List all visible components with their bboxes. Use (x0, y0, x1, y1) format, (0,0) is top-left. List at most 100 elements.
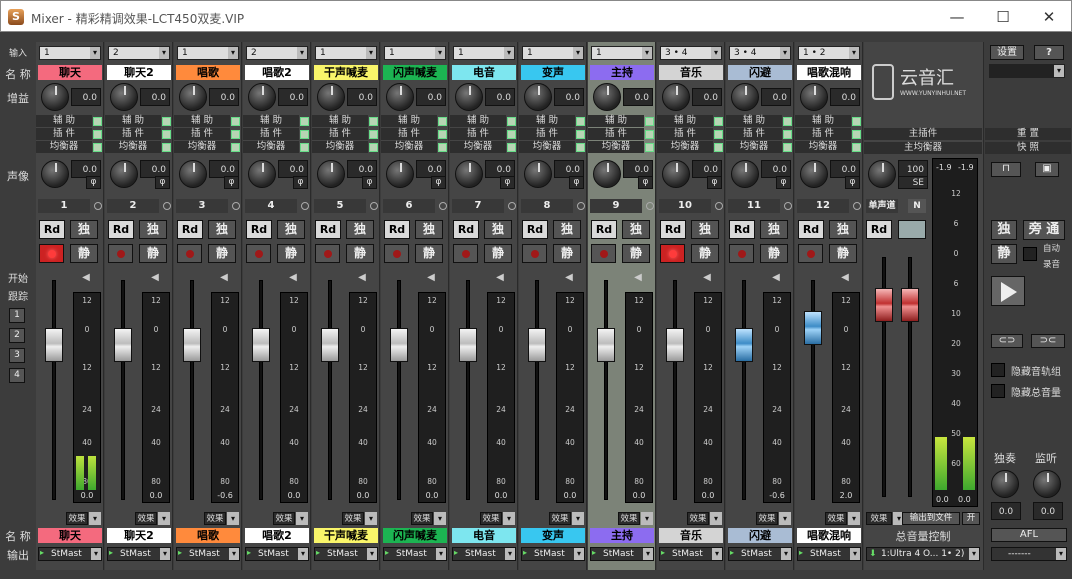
channel-aux-enable[interactable] (852, 117, 861, 126)
volume-fader[interactable] (183, 328, 201, 362)
output-select[interactable]: StMast (383, 547, 447, 561)
solo-button[interactable]: 独 (277, 220, 305, 239)
channel-aux-button[interactable]: 辅 助 (105, 115, 161, 127)
channel-eq-enable[interactable] (438, 143, 447, 152)
channel-insert-enable[interactable] (300, 130, 309, 139)
follow-button-4[interactable]: 4 (9, 368, 25, 383)
channel-eq-enable[interactable] (300, 143, 309, 152)
master-rd-button[interactable]: Rd (866, 220, 892, 239)
rd-button[interactable]: Rd (591, 220, 617, 239)
channel-aux-enable[interactable] (300, 117, 309, 126)
master-pan-mode[interactable]: SE (898, 176, 928, 189)
settings-button[interactable]: 设置 (990, 45, 1024, 60)
volume-fader[interactable] (390, 328, 408, 362)
channel-aux-enable[interactable] (438, 117, 447, 126)
channel-insert-enable[interactable] (162, 130, 171, 139)
channel-aux-enable[interactable] (93, 117, 102, 126)
solo-level-knob[interactable] (991, 470, 1019, 498)
rd-button[interactable]: Rd (453, 220, 479, 239)
gain-knob[interactable] (41, 83, 69, 111)
input-select[interactable]: 1 • 2 (798, 46, 860, 60)
output-select[interactable]: StMast (797, 547, 861, 561)
fx-button[interactable]: 效果 (756, 512, 791, 525)
hide-master-checkbox[interactable] (991, 384, 1005, 398)
output-select[interactable]: StMast (728, 547, 792, 561)
rd-button[interactable]: Rd (246, 220, 272, 239)
volume-fader[interactable] (45, 328, 63, 362)
volume-fader[interactable] (114, 328, 132, 362)
save-icon[interactable]: ▣ (1035, 162, 1059, 177)
folder-icon[interactable]: ⊓ (991, 162, 1021, 177)
record-button[interactable] (39, 244, 64, 263)
channel-config-icon[interactable] (301, 202, 309, 210)
pan-knob[interactable] (662, 160, 690, 188)
record-button[interactable] (522, 244, 547, 263)
channel-aux-button[interactable]: 辅 助 (36, 115, 92, 127)
channel-config-icon[interactable] (715, 202, 723, 210)
channel-eq-button[interactable]: 均衡器 (243, 141, 299, 153)
channel-name[interactable]: 电音 (452, 65, 516, 80)
global-solo-button[interactable]: 独 (991, 220, 1017, 240)
fx-button[interactable]: 效果 (687, 512, 722, 525)
input-select[interactable]: 3 • 4 (729, 46, 791, 60)
channel-eq-enable[interactable] (93, 143, 102, 152)
solo-button[interactable]: 独 (484, 220, 512, 239)
channel-name[interactable]: 唱歌混响 (797, 65, 861, 80)
mute-button[interactable]: 静 (208, 244, 236, 263)
mute-button[interactable]: 静 (760, 244, 788, 263)
channel-eq-button[interactable]: 均衡器 (36, 141, 92, 153)
bypass-button[interactable]: 旁 通 (1023, 220, 1065, 240)
mute-button[interactable]: 静 (70, 244, 98, 263)
channel-eq-button[interactable]: 均衡器 (174, 141, 230, 153)
record-button[interactable] (729, 244, 754, 263)
gain-knob[interactable] (248, 83, 276, 111)
channel-insert-enable[interactable] (714, 130, 723, 139)
channel-insert-enable[interactable] (438, 130, 447, 139)
phase-icon[interactable]: φ (86, 176, 101, 189)
channel-aux-button[interactable]: 辅 助 (381, 115, 437, 127)
gain-knob[interactable] (317, 83, 345, 111)
channel-name[interactable]: 闪避 (728, 65, 792, 80)
channel-aux-button[interactable]: 辅 助 (519, 115, 575, 127)
channel-eq-enable[interactable] (576, 143, 585, 152)
volume-fader[interactable] (804, 311, 822, 345)
input-select[interactable]: 1 (315, 46, 377, 60)
channel-eq-enable[interactable] (369, 143, 378, 152)
play-button[interactable] (991, 276, 1025, 306)
record-button[interactable] (453, 244, 478, 263)
volume-fader[interactable] (735, 328, 753, 362)
channel-insert-button[interactable]: 插 件 (726, 128, 782, 140)
rd-button[interactable]: Rd (108, 220, 134, 239)
channel-eq-button[interactable]: 均衡器 (519, 141, 575, 153)
global-mute-button[interactable]: 静 (991, 244, 1017, 264)
channel-aux-button[interactable]: 辅 助 (588, 115, 644, 127)
channel-config-icon[interactable] (577, 202, 585, 210)
input-select[interactable]: 1 (177, 46, 239, 60)
solo-button[interactable]: 独 (691, 220, 719, 239)
record-button[interactable] (798, 244, 823, 263)
phase-icon[interactable]: φ (431, 176, 446, 189)
master-pan-knob[interactable] (868, 160, 896, 188)
fx-button[interactable]: 效果 (825, 512, 860, 525)
gain-knob[interactable] (800, 83, 828, 111)
solo-button[interactable]: 独 (622, 220, 650, 239)
right-output-select[interactable]: ------- (991, 547, 1067, 561)
gain-knob[interactable] (386, 83, 414, 111)
follow-button-2[interactable]: 2 (9, 328, 25, 343)
phase-icon[interactable]: φ (293, 176, 308, 189)
master-fader-right[interactable] (901, 288, 919, 322)
reset-button[interactable]: 重 置 (985, 128, 1071, 140)
mute-button[interactable]: 静 (691, 244, 719, 263)
phase-icon[interactable]: φ (155, 176, 170, 189)
channel-eq-button[interactable]: 均衡器 (726, 141, 782, 153)
input-select[interactable]: 2 (246, 46, 308, 60)
channel-insert-enable[interactable] (852, 130, 861, 139)
channel-eq-button[interactable]: 均衡器 (105, 141, 161, 153)
channel-eq-enable[interactable] (645, 143, 654, 152)
auto-record-checkbox[interactable] (1023, 247, 1037, 261)
phase-icon[interactable]: φ (845, 176, 860, 189)
afl-button[interactable]: AFL (991, 528, 1067, 542)
fx-button[interactable]: 效果 (411, 512, 446, 525)
pan-knob[interactable] (248, 160, 276, 188)
pan-knob[interactable] (593, 160, 621, 188)
